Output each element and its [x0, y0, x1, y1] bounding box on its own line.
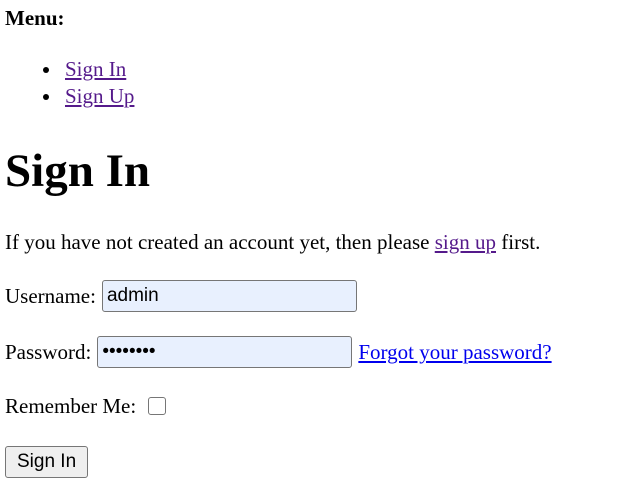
intro-suffix: first.	[496, 230, 541, 254]
menu-link-sign-in[interactable]: Sign In	[65, 57, 126, 81]
username-label: Username:	[5, 284, 96, 308]
intro-text: If you have not created an account yet, …	[5, 230, 540, 254]
menu-link-sign-up[interactable]: Sign Up	[65, 84, 134, 108]
page-title: Sign In	[5, 145, 151, 197]
password-label: Password:	[5, 340, 92, 364]
menu-item-sign-up: Sign Up	[43, 83, 134, 110]
password-row: Password: Forgot your password?	[5, 336, 552, 368]
menu-list: Sign In Sign Up	[43, 56, 134, 110]
password-input[interactable]	[97, 336, 353, 368]
submit-row: Sign In	[5, 446, 89, 478]
menu-title: Menu:	[5, 6, 65, 30]
remember-checkbox[interactable]	[148, 397, 167, 415]
sign-up-link[interactable]: sign up	[435, 230, 496, 254]
username-input[interactable]	[101, 280, 357, 312]
sign-in-button[interactable]: Sign In	[5, 446, 89, 478]
bullet-icon	[43, 94, 49, 100]
page: Menu: Sign In Sign Up Sign In If you hav…	[5, 0, 635, 494]
username-row: Username:	[5, 280, 357, 312]
bullet-icon	[43, 67, 49, 73]
intro-prefix: If you have not created an account yet, …	[5, 230, 435, 254]
remember-label: Remember Me:	[5, 394, 137, 418]
menu-item-sign-in: Sign In	[43, 56, 134, 83]
remember-row: Remember Me:	[5, 394, 167, 418]
forgot-password-link[interactable]: Forgot your password?	[358, 340, 551, 364]
